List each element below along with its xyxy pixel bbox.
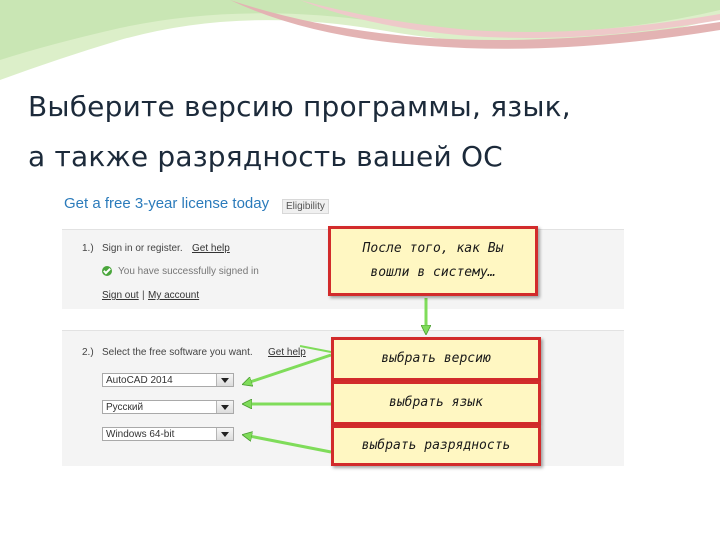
callout-version: выбрать версию xyxy=(331,337,541,381)
my-account-link[interactable]: My account xyxy=(148,290,199,301)
callout-heading-line-1: После того, как Вы xyxy=(362,241,504,256)
bitness-value: Windows 64-bit xyxy=(106,429,175,440)
chevron-down-icon[interactable] xyxy=(216,401,233,413)
link-separator: | xyxy=(142,290,145,301)
sign-out-link[interactable]: Sign out xyxy=(102,290,139,301)
select-software-text: Select the free software you want. xyxy=(102,347,253,358)
bitness-select[interactable]: Windows 64-bit xyxy=(102,427,234,441)
check-circle-icon xyxy=(102,266,112,276)
sign-in-text: Sign in or register. xyxy=(102,243,183,254)
step2-number: 2.) xyxy=(82,347,94,358)
signed-in-message: You have successfully signed in xyxy=(118,266,259,277)
chevron-down-icon[interactable] xyxy=(216,428,233,440)
language-value: Русский xyxy=(106,402,144,413)
chevron-down-icon[interactable] xyxy=(216,374,233,386)
slide-title: Выберите версию программы, язык, а также… xyxy=(28,82,708,182)
slide-title-line-2: а также разрядность вашей ОС xyxy=(28,140,503,173)
language-select[interactable]: Русский xyxy=(102,400,234,414)
eligibility-button[interactable]: Eligibility xyxy=(282,199,329,214)
slide-title-line-1: Выберите версию программы, язык, xyxy=(28,90,571,123)
get-help-link-2[interactable]: Get help xyxy=(268,347,306,358)
step1-number: 1.) xyxy=(82,243,94,254)
callout-heading-line-2: вошли в систему… xyxy=(370,265,496,280)
callout-bitness: выбрать разрядность xyxy=(331,425,541,466)
get-help-link-1[interactable]: Get help xyxy=(192,243,230,254)
version-select[interactable]: AutoCAD 2014 xyxy=(102,373,234,387)
callout-language: выбрать язык xyxy=(331,381,541,425)
license-header: Get a free 3-year license today Eligibil… xyxy=(62,187,624,221)
callout-signed-in: После того, как Вы вошли в систему… xyxy=(328,226,538,296)
license-title: Get a free 3-year license today xyxy=(64,195,270,212)
header-decoration xyxy=(0,0,720,80)
version-value: AutoCAD 2014 xyxy=(106,375,173,386)
